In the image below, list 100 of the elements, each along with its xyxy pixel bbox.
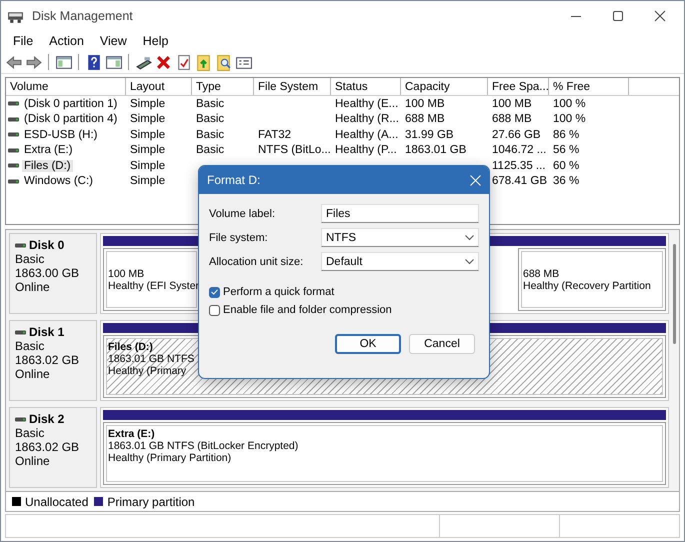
volume-name[interactable]: ESD-USB (H:) <box>22 128 100 141</box>
drive-icon <box>15 242 26 248</box>
volume-name[interactable]: (Disk 0 partition 4) <box>22 113 120 126</box>
table-cell-text: 1046.72 ... <box>491 144 548 156</box>
input-field[interactable]: Files <box>321 204 479 223</box>
disk-info: 1863.00 GB <box>15 266 80 280</box>
dialog-button[interactable]: OK <box>335 334 401 354</box>
table-cell-text: Basic <box>195 144 226 156</box>
table-cell-text: 86 % <box>552 128 580 141</box>
folder-magnifier-icon[interactable] <box>215 54 232 70</box>
table-cell-text: FAT32 <box>257 128 292 141</box>
partition[interactable]: 688 MB Healthy (Recovery Partition <box>518 248 666 311</box>
partition-info: Healthy (Recovery Partition <box>523 280 651 292</box>
partition[interactable]: 100 MB Healthy (EFI Syster <box>103 248 200 311</box>
drive-icon <box>8 178 19 184</box>
table-cell-text: 36 % <box>552 175 580 188</box>
volume-name[interactable]: Windows (C:) <box>22 175 96 188</box>
partition-info: Healthy (EFI Syster <box>108 280 200 292</box>
disk-info: Basic <box>15 252 46 266</box>
field-label: Allocation unit size: <box>209 256 304 268</box>
table-cell-text: Simple <box>129 160 166 172</box>
drive-icon <box>8 132 19 138</box>
menu-item[interactable]: Action <box>41 34 92 48</box>
table-cell-text: 1125.35 ... <box>491 160 546 172</box>
drive-icon <box>8 163 19 168</box>
partition-info: 1863.01 GB NTFS <box>108 353 194 365</box>
partition[interactable]: Extra (E:) 1863.01 GB NTFS (BitLocker Encrypted) Healthy (Primary Partition) <box>103 422 666 485</box>
disk-name: Disk 2 <box>29 412 64 426</box>
column-header[interactable]: Free Spa... <box>488 78 549 95</box>
disk-name: Disk 0 <box>29 238 64 252</box>
table-cell-text: Basic <box>195 98 226 110</box>
table-cell-text: 688 MB <box>491 113 533 126</box>
dropdown[interactable]: Default <box>321 252 479 271</box>
chevron-down-icon <box>465 258 474 264</box>
table-cell-text: Healthy (E... <box>334 98 400 110</box>
disk-info: Online <box>15 280 51 294</box>
drive-icon <box>8 148 19 153</box>
disk-info: Online <box>15 454 51 468</box>
console-tree-icon[interactable] <box>55 54 72 70</box>
partition-info: Healthy (Primary Partition) <box>108 452 232 464</box>
table-cell-text: 688 MB <box>404 113 446 126</box>
dropdown[interactable]: NTFS <box>321 228 479 247</box>
partition-title: Files (D:) <box>108 341 153 353</box>
forward-arrow-icon[interactable] <box>25 54 42 70</box>
table-cell-text: 31.99 GB <box>404 128 455 141</box>
table-cell-text: Basic <box>195 113 226 126</box>
table-cell-text: Healthy (A... <box>334 128 400 141</box>
column-header[interactable]: Volume <box>6 78 126 95</box>
dialog-button[interactable]: Cancel <box>409 334 475 354</box>
table-cell-text: NTFS (BitLo... <box>257 144 331 156</box>
disk-info: Basic <box>15 426 46 440</box>
help-icon[interactable] <box>85 54 102 70</box>
checkbox-label[interactable]: Perform a quick format <box>223 286 334 298</box>
table-cell-text: Simple <box>129 144 166 156</box>
close-icon[interactable] <box>654 10 666 22</box>
maximize-icon[interactable] <box>612 10 624 22</box>
dialog-title: Format D: <box>207 173 260 187</box>
checked-document-icon[interactable] <box>175 54 192 70</box>
menu-item[interactable]: File <box>5 34 42 48</box>
drive-icon <box>15 416 26 422</box>
column-header[interactable]: Status <box>331 78 401 95</box>
table-cell-text: 100 % <box>552 98 587 110</box>
checkbox-label[interactable]: Enable file and folder compression <box>223 304 392 316</box>
volume-name[interactable]: (Disk 0 partition 1) <box>22 98 120 110</box>
partition-info: 1863.01 GB NTFS (BitLocker Encrypted) <box>108 440 298 452</box>
disk-info: Online <box>15 367 51 381</box>
table-cell-text: 100 MB <box>491 98 533 110</box>
chevron-down-icon <box>465 234 474 240</box>
drive-icon <box>8 101 19 106</box>
table-cell-text: 56 % <box>552 144 580 156</box>
disk-info: 1863.02 GB <box>15 353 80 367</box>
table-cell-text: Basic <box>195 128 226 141</box>
volume-name[interactable]: Files (D:) <box>22 160 73 172</box>
column-header[interactable]: File System <box>254 78 331 95</box>
back-arrow-icon[interactable] <box>5 54 22 70</box>
table-cell-text: Simple <box>129 98 166 110</box>
table-cell-text: 27.66 GB <box>491 128 542 141</box>
partition-title: Extra (E:) <box>108 428 155 440</box>
checkbox[interactable] <box>209 304 220 316</box>
field-label: Volume label: <box>209 208 276 220</box>
drive-icon <box>8 116 19 122</box>
volume-name[interactable]: Extra (E:) <box>22 144 75 156</box>
table-cell-text: Simple <box>129 113 166 126</box>
disk-name: Disk 1 <box>29 325 64 339</box>
checkbox[interactable] <box>209 286 220 298</box>
window-title: Disk Management <box>32 9 134 23</box>
column-header[interactable]: Capacity <box>401 78 488 95</box>
column-header[interactable]: % Free <box>549 78 629 95</box>
menu-item[interactable]: View <box>92 34 135 48</box>
delete-icon[interactable] <box>155 54 172 70</box>
partition-info: 688 MB <box>523 268 560 280</box>
field-label: File system: <box>209 232 268 244</box>
column-header[interactable]: Type <box>192 78 254 95</box>
action-pane-icon[interactable] <box>105 54 122 70</box>
menu-item[interactable]: Help <box>134 34 176 48</box>
scrollbar[interactable] <box>672 244 676 344</box>
column-header[interactable]: Layout <box>126 78 192 95</box>
partition-info: 100 MB <box>108 268 144 280</box>
table-cell-text: Simple <box>129 128 166 141</box>
drive-icon <box>15 330 26 334</box>
